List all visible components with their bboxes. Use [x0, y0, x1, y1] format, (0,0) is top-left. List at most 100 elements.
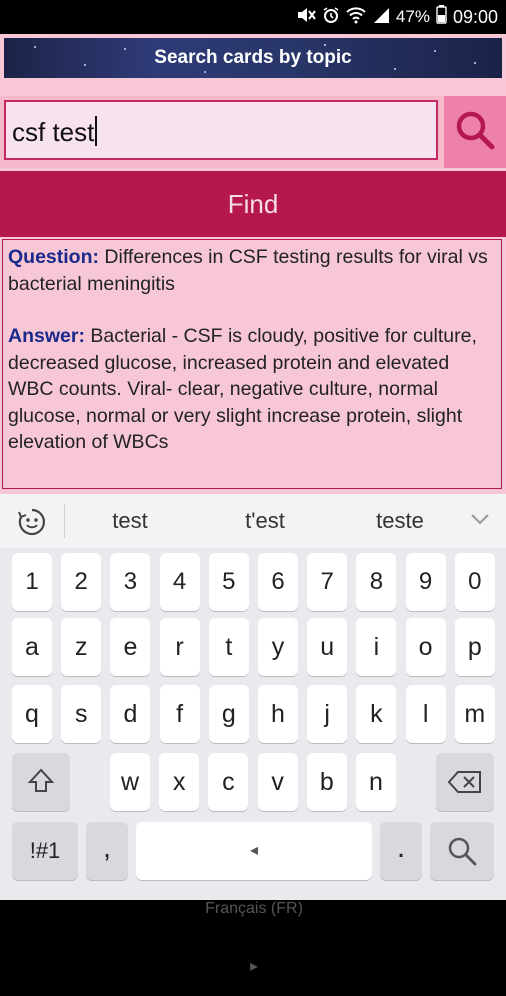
number-key[interactable]: 0: [454, 553, 495, 611]
search-icon: [454, 109, 496, 155]
letter-key[interactable]: e: [110, 618, 151, 676]
letter-key[interactable]: l: [405, 685, 446, 743]
letter-key[interactable]: p: [454, 618, 495, 676]
letter-key[interactable]: n: [356, 753, 396, 811]
number-key-label: 7: [320, 568, 334, 595]
letter-key[interactable]: x: [159, 753, 200, 811]
letter-key[interactable]: w: [110, 753, 150, 811]
chevron-down-icon[interactable]: [470, 512, 490, 531]
letter-key[interactable]: d: [110, 685, 151, 743]
wifi-icon: [346, 6, 366, 29]
suggestion-1[interactable]: test: [70, 494, 190, 548]
comma-key[interactable]: ,: [86, 822, 128, 880]
space-key[interactable]: ◂ Français (FR) ▸: [136, 822, 372, 975]
letter-key-label: c: [222, 768, 235, 796]
letter-key-label: z: [74, 633, 88, 661]
number-key-label: 1: [25, 568, 39, 595]
signal-icon: [372, 6, 390, 29]
search-icon: [430, 822, 494, 872]
number-key[interactable]: 3: [110, 553, 151, 611]
letter-key[interactable]: r: [159, 618, 200, 676]
letter-key[interactable]: v: [257, 753, 298, 811]
number-key-label: 3: [123, 568, 138, 595]
number-key[interactable]: 1: [12, 553, 52, 611]
number-key-label: 8: [369, 568, 384, 595]
letter-key-label: h: [271, 700, 285, 728]
letter-key-label: f: [176, 700, 184, 728]
search-button[interactable]: [444, 96, 506, 168]
battery-percent: 47%: [395, 7, 430, 26]
number-key-label: 0: [468, 568, 482, 595]
letter-key-label: q: [25, 700, 39, 728]
space-key-label: Français (FR): [205, 900, 303, 917]
backspace-key[interactable]: [436, 753, 494, 811]
letter-key[interactable]: j: [307, 685, 348, 743]
number-key[interactable]: 2: [61, 553, 102, 611]
number-key[interactable]: 5: [208, 553, 249, 611]
letter-key[interactable]: a: [12, 618, 52, 676]
status-bar: 47% 09:00: [0, 0, 506, 34]
letter-key[interactable]: k: [356, 685, 397, 743]
number-key[interactable]: 6: [258, 553, 298, 611]
battery-icon: [436, 5, 447, 29]
letter-key-label: n: [369, 768, 383, 796]
app-content: Search cards by topic csf test Find Ques…: [0, 34, 506, 494]
letter-key-label: i: [373, 633, 380, 661]
letter-key-label: b: [319, 768, 334, 796]
letter-key[interactable]: m: [454, 685, 495, 743]
number-key-label: 5: [222, 568, 236, 595]
period-key[interactable]: .: [380, 822, 422, 880]
letter-key-label: e: [123, 633, 138, 661]
letter-key[interactable]: s: [61, 685, 102, 743]
shift-icon: [12, 753, 70, 800]
letter-key-label: y: [271, 633, 285, 661]
letter-key-label: x: [172, 768, 186, 796]
number-key-label: 6: [271, 568, 285, 595]
letter-key[interactable]: z: [61, 618, 102, 676]
letter-key[interactable]: g: [208, 685, 249, 743]
letter-key[interactable]: t: [208, 618, 249, 676]
letter-key[interactable]: f: [159, 685, 200, 743]
letter-key[interactable]: y: [258, 618, 298, 676]
letter-key-label: u: [320, 633, 335, 661]
letter-key[interactable]: i: [356, 618, 397, 676]
letter-key-label: p: [467, 633, 482, 661]
letter-key[interactable]: b: [306, 753, 347, 811]
find-button-label: Find: [227, 189, 279, 219]
suggestion-3[interactable]: teste: [340, 494, 460, 548]
question-block: Question: Differences in CSF testing res…: [8, 244, 496, 297]
number-key[interactable]: 8: [356, 553, 397, 611]
letter-key[interactable]: q: [12, 685, 52, 743]
letter-key[interactable]: c: [208, 753, 249, 811]
letter-key-label: l: [422, 700, 429, 728]
search-row: csf test: [0, 96, 506, 168]
letter-key[interactable]: u: [307, 618, 348, 676]
number-key[interactable]: 7: [307, 553, 348, 611]
letter-key-label: r: [175, 633, 184, 661]
backspace-icon: [436, 753, 494, 799]
clock: 09:00: [452, 6, 498, 27]
letter-key-label: w: [120, 768, 140, 796]
symbols-key-label: !#1: [29, 838, 61, 863]
find-button[interactable]: Find: [0, 171, 506, 237]
letter-key[interactable]: h: [258, 685, 298, 743]
letter-key-label: k: [370, 700, 383, 728]
letter-key[interactable]: o: [405, 618, 446, 676]
number-key-label: 4: [172, 568, 187, 595]
letter-key-label: t: [225, 633, 233, 661]
number-key[interactable]: 4: [159, 553, 200, 611]
space-key-content: ◂ Français (FR) ▸: [136, 822, 372, 996]
symbols-key[interactable]: !#1: [12, 822, 78, 880]
keyboard: test t'est teste 1 2 3 4 5 6 7 8 9 0 a z e r t y u i o p q…: [0, 494, 506, 975]
shift-key[interactable]: [12, 753, 70, 811]
search-input-text: csf test: [12, 117, 95, 147]
emoji-face-icon[interactable]: [16, 506, 48, 543]
suggestion-2[interactable]: t'est: [205, 494, 325, 548]
search-input[interactable]: csf test: [4, 100, 438, 160]
letter-key-label: g: [221, 700, 236, 728]
flashcard-result: Question: Differences in CSF testing res…: [2, 239, 502, 489]
period-key-label: .: [396, 831, 406, 864]
keyboard-search-key[interactable]: [430, 822, 494, 880]
letter-key-label: d: [123, 700, 138, 728]
number-key[interactable]: 9: [405, 553, 446, 611]
